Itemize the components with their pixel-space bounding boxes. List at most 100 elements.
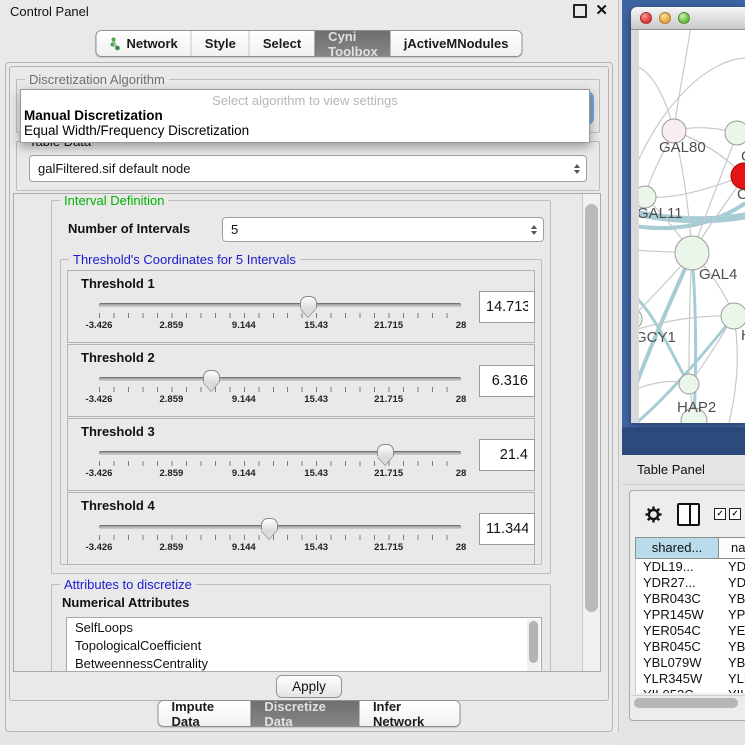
- tab-select[interactable]: Select: [249, 31, 314, 56]
- tab-label: Network: [126, 36, 177, 51]
- slider-ticks: [99, 461, 461, 466]
- apply-button[interactable]: Apply: [276, 675, 342, 698]
- table-row[interactable]: YIL052CYIL0: [636, 687, 745, 693]
- network-canvas[interactable]: GAL80 GA C GAL11 GAL4 GCY1 H HAP2: [639, 30, 745, 423]
- column-header-shared-name[interactable]: shared...: [635, 537, 719, 559]
- slider-tick-labels: -3.4262.8599.14415.4321.71528: [99, 542, 461, 554]
- slider-track[interactable]: [99, 377, 461, 381]
- table-row[interactable]: YBR043CYBR0: [636, 591, 745, 607]
- tick-label: 28: [456, 394, 467, 405]
- close-window-icon[interactable]: [640, 12, 652, 24]
- close-icon[interactable]: ✕: [595, 6, 608, 16]
- tab-label: Select: [263, 36, 301, 51]
- tab-impute-data[interactable]: Impute Data: [159, 701, 251, 726]
- table-row[interactable]: YDL19...YDL1: [636, 559, 745, 575]
- scrollbar-thumb[interactable]: [585, 204, 598, 612]
- cell-name: YDL1: [720, 559, 745, 575]
- node-label: C: [737, 186, 745, 203]
- tab-label: Style: [205, 36, 236, 51]
- popup-item-equal-width-frequency[interactable]: Equal Width/Frequency Discretization: [21, 123, 589, 138]
- table-data-combobox[interactable]: galFiltered.sif default node: [29, 155, 587, 182]
- float-window-icon[interactable]: [573, 4, 587, 18]
- threshold-value-field[interactable]: [479, 291, 535, 323]
- cell-shared-name: YIL052C: [636, 687, 720, 693]
- cell-name: YBR0: [720, 591, 745, 607]
- node-hap2[interactable]: [679, 374, 699, 394]
- slider-track[interactable]: [99, 303, 461, 307]
- threshold-slider[interactable]: -3.4262.8599.14415.4321.71528: [99, 518, 461, 560]
- table-row[interactable]: YER054CYER0: [636, 623, 745, 639]
- threshold-slider[interactable]: -3.4262.8599.14415.4321.71528: [99, 296, 461, 338]
- tab-jactivemnodules[interactable]: jActiveMNodules: [391, 31, 522, 56]
- tick-label: 28: [456, 542, 467, 553]
- threshold-slider[interactable]: -3.4262.8599.14415.4321.71528: [99, 370, 461, 412]
- node-top-right[interactable]: [725, 121, 745, 145]
- settings-scrollpane: Interval Definition Number of Intervals …: [13, 193, 601, 672]
- tab-network[interactable]: Network: [96, 31, 190, 56]
- node-gal4[interactable]: [675, 236, 709, 270]
- slider-ticks: [99, 387, 461, 392]
- tab-infer-network[interactable]: Infer Network: [360, 701, 460, 726]
- select-all-columns-icon[interactable]: ✓ ✓: [714, 508, 741, 520]
- show-columns-icon[interactable]: [677, 503, 700, 526]
- group-title: Interval Definition: [60, 194, 168, 208]
- scrollbar-thumb[interactable]: [634, 698, 738, 708]
- table-row[interactable]: YDR27...YDR2: [636, 575, 745, 591]
- slider-ticks: [99, 535, 461, 540]
- checkbox-icon: ✓: [714, 508, 726, 520]
- cell-shared-name: YPR145W: [636, 607, 720, 623]
- slider-thumb[interactable]: [261, 518, 278, 531]
- popup-item-manual-discretization[interactable]: Manual Discretization: [21, 108, 589, 123]
- threshold-label: Threshold 1: [81, 276, 155, 291]
- table-row[interactable]: YBL079WYBL0: [636, 655, 745, 671]
- cell-name: YPR1: [720, 607, 745, 623]
- slider-thumb[interactable]: [377, 444, 394, 457]
- scrollbar-thumb[interactable]: [529, 621, 538, 663]
- threshold-value-field[interactable]: [479, 439, 535, 471]
- tab-label: Discretize Data: [264, 700, 347, 727]
- tab-style[interactable]: Style: [191, 31, 249, 56]
- gear-icon[interactable]: [644, 505, 663, 524]
- tab-discretize-data[interactable]: Discretize Data: [250, 701, 360, 726]
- threshold-slider[interactable]: -3.4262.8599.14415.4321.71528: [99, 444, 461, 486]
- node-h[interactable]: [721, 303, 745, 329]
- settings-scroll-content: Interval Definition Number of Intervals …: [14, 194, 583, 671]
- tick-label: 21.715: [374, 394, 403, 405]
- attribute-list-item[interactable]: SelfLoops: [67, 618, 541, 636]
- tick-label: 2.859: [160, 320, 184, 331]
- attributes-list-scrollbar[interactable]: [527, 619, 540, 671]
- node-gcy1[interactable]: [639, 308, 642, 330]
- table-horizontal-scrollbar[interactable]: [631, 695, 745, 711]
- algorithm-dropdown-popup: Select algorithm to view settings Manual…: [20, 89, 590, 143]
- attribute-list-item[interactable]: TopologicalCoefficient: [67, 636, 541, 654]
- table-row[interactable]: YBR045CYBR0: [636, 639, 745, 655]
- attribute-list-item[interactable]: BetweennessCentrality: [67, 654, 541, 671]
- tick-label: 21.715: [374, 468, 403, 479]
- table-row[interactable]: YPR145WYPR1: [636, 607, 745, 623]
- tab-cyni-toolbox[interactable]: Cyni Toolbox: [314, 31, 391, 56]
- checkbox-icon: ✓: [729, 508, 741, 520]
- interval-definition-group: Interval Definition Number of Intervals …: [51, 200, 551, 574]
- slider-track[interactable]: [99, 525, 461, 529]
- table-row[interactable]: YLR345WYLR3: [636, 671, 745, 687]
- slider-thumb[interactable]: [203, 370, 220, 383]
- numerical-attributes-list: SelfLoopsTopologicalCoefficientBetweenne…: [66, 617, 542, 671]
- threshold-value-field[interactable]: [479, 365, 535, 397]
- tick-label: 2.859: [160, 542, 184, 553]
- zoom-window-icon[interactable]: [678, 12, 690, 24]
- cell-shared-name: YBL079W: [636, 655, 720, 671]
- number-of-intervals-combobox[interactable]: 5: [222, 217, 544, 242]
- node-label: GCY1: [639, 329, 676, 346]
- tick-label: 15.43: [304, 320, 328, 331]
- settings-vertical-scrollbar[interactable]: [582, 194, 600, 671]
- threshold-panel: Threshold 2 -3.4262.8599.14415.4321.7152…: [67, 344, 535, 417]
- slider-track[interactable]: [99, 451, 461, 455]
- column-header-name[interactable]: na: [719, 537, 745, 559]
- minimize-window-icon[interactable]: [659, 12, 671, 24]
- threshold-value-field[interactable]: [479, 513, 535, 545]
- threshold-label: Threshold 3: [81, 424, 155, 439]
- tab-label: Cyni Toolbox: [328, 30, 378, 57]
- network-window-titlebar[interactable]: [631, 7, 745, 30]
- table-panel: Table Panel ✓ ✓ shared... na YDL19...YDL…: [622, 455, 745, 745]
- slider-thumb[interactable]: [300, 296, 317, 309]
